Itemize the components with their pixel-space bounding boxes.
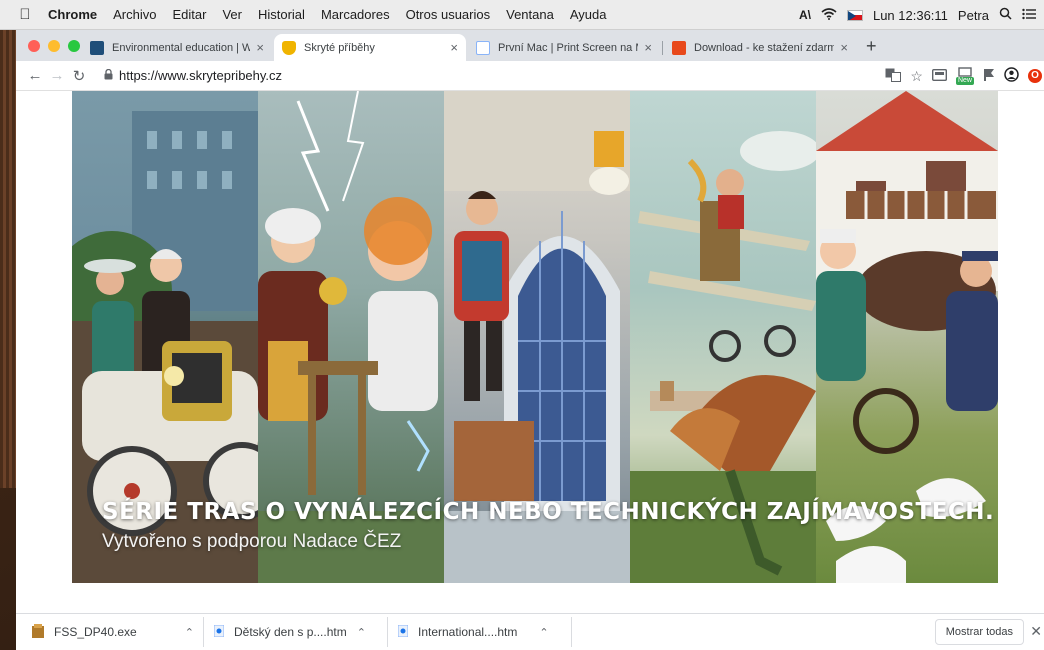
- address-bar[interactable]: https://www.skrytepribehy.cz: [119, 68, 282, 83]
- tab-title: Skryté příběhy: [304, 41, 375, 54]
- lock-icon[interactable]: [104, 68, 113, 83]
- download-filename: Dětský den s p....htm: [234, 625, 347, 639]
- tab-close-icon[interactable]: ×: [644, 40, 652, 55]
- tab-close-icon[interactable]: ×: [256, 40, 264, 55]
- hero-subtitle: Vytvořeno s podporou Nadace ČEZ: [102, 531, 402, 552]
- tab-download[interactable]: Download - ke stažení zdarma ×: [664, 34, 856, 61]
- download-filename: FSS_DP40.exe: [54, 625, 137, 639]
- menubar-status-area: A\ Lun 12:36:11 Petra: [799, 0, 1036, 30]
- close-window-button[interactable]: [28, 40, 40, 52]
- menu-historial[interactable]: Historial: [250, 7, 313, 22]
- forward-button[interactable]: →: [46, 67, 68, 84]
- tab-title: Environmental education | Wad: [112, 41, 251, 54]
- menu-editar[interactable]: Editar: [164, 7, 214, 22]
- macos-menubar:  Chrome Archivo Editar Ver Historial Ma…: [0, 0, 1044, 30]
- tab-skryte-pribehy[interactable]: Skryté příběhy ×: [274, 34, 466, 61]
- close-shelf-icon[interactable]: ✕: [1030, 623, 1042, 640]
- browser-toolbar: ← → ↻ https://www.skrytepribehy.cz ☆ New: [16, 61, 1044, 91]
- menu-ver[interactable]: Ver: [214, 7, 250, 22]
- desktop-wallpaper-strip: [0, 26, 16, 488]
- hero-text-block: SÉRIE TRAS O VYNÁLEZCÍCH NEBO TECHNICKÝC…: [102, 499, 995, 553]
- download-filename: International....htm: [418, 625, 518, 639]
- toolbar-actions: ☆ New O: [885, 61, 1042, 91]
- download-item[interactable]: FSS_DP40.exe ⌃: [16, 617, 204, 647]
- opera-extension-icon[interactable]: O: [1028, 69, 1042, 83]
- chevron-up-icon[interactable]: ⌃: [539, 626, 548, 639]
- profile-avatar-icon[interactable]: [1004, 67, 1019, 85]
- czech-flag-icon[interactable]: [846, 9, 863, 21]
- html-file-icon: [213, 624, 225, 640]
- flag-extension-icon[interactable]: [983, 68, 995, 84]
- bookmark-star-icon[interactable]: ☆: [910, 68, 923, 85]
- chrome-window: Environmental education | Wad × Skryté p…: [16, 30, 1044, 650]
- reload-button[interactable]: ↻: [68, 67, 90, 85]
- download-item[interactable]: International....htm ⌃: [388, 617, 572, 647]
- chevron-up-icon[interactable]: ⌃: [185, 626, 194, 639]
- spotlight-icon[interactable]: [999, 7, 1012, 23]
- back-button[interactable]: ←: [24, 67, 46, 84]
- menubar-clock[interactable]: Lun 12:36:11: [873, 8, 948, 23]
- tab-prvni-mac[interactable]: První Mac | Print Screen na Ma ×: [468, 34, 660, 61]
- tab-close-icon[interactable]: ×: [840, 40, 848, 55]
- menu-ayuda[interactable]: Ayuda: [562, 7, 615, 22]
- tab-title: První Mac | Print Screen na Ma: [498, 41, 639, 54]
- tab-close-icon[interactable]: ×: [450, 40, 458, 55]
- zoom-window-button[interactable]: [68, 40, 80, 52]
- monitor-favicon-icon: [476, 40, 490, 55]
- show-all-downloads-button[interactable]: Mostrar todas: [934, 619, 1024, 645]
- download-shelf: FSS_DP40.exe ⌃ Dětský den s p....htm ⌃ I…: [16, 613, 1044, 650]
- tab-title: Download - ke stažení zdarma: [694, 41, 835, 54]
- cast-icon[interactable]: [931, 68, 947, 84]
- adobe-icon[interactable]: A\: [799, 8, 811, 22]
- menu-app-name[interactable]: Chrome: [32, 7, 105, 22]
- menubar-user[interactable]: Petra: [958, 8, 989, 23]
- z-favicon-icon: [672, 40, 686, 55]
- tab-separator: [662, 41, 663, 55]
- tab-favicon-icon: [90, 40, 104, 55]
- list-icon[interactable]: [1022, 8, 1036, 23]
- hero-title: SÉRIE TRAS O VYNÁLEZCÍCH NEBO TECHNICKÝC…: [102, 499, 995, 525]
- page-viewport: SÉRIE TRAS O VYNÁLEZCÍCH NEBO TECHNICKÝC…: [16, 91, 1044, 612]
- tab-environmental-education[interactable]: Environmental education | Wad ×: [82, 34, 272, 61]
- wifi-icon[interactable]: [821, 7, 837, 23]
- download-item[interactable]: Dětský den s p....htm ⌃: [204, 617, 388, 647]
- html-file-icon: [397, 624, 409, 640]
- menu-archivo[interactable]: Archivo: [105, 7, 164, 22]
- hero-banner[interactable]: SÉRIE TRAS O VYNÁLEZCÍCH NEBO TECHNICKÝC…: [72, 91, 998, 583]
- menu-ventana[interactable]: Ventana: [498, 7, 562, 22]
- chevron-up-icon[interactable]: ⌃: [357, 626, 366, 639]
- new-tab-button[interactable]: +: [866, 36, 877, 57]
- tab-strip: Environmental education | Wad × Skryté p…: [16, 30, 1044, 61]
- installer-file-icon: [32, 623, 44, 641]
- new-badge: New: [955, 77, 974, 85]
- minimize-window-button[interactable]: [48, 40, 60, 52]
- shield-favicon-icon: [282, 40, 296, 55]
- menu-otros-usuarios[interactable]: Otros usuarios: [398, 7, 499, 22]
- translate-icon[interactable]: [885, 68, 902, 85]
- apple-icon[interactable]: : [0, 6, 32, 23]
- menu-marcadores[interactable]: Marcadores: [313, 7, 398, 22]
- extension-new-icon[interactable]: New: [955, 67, 974, 85]
